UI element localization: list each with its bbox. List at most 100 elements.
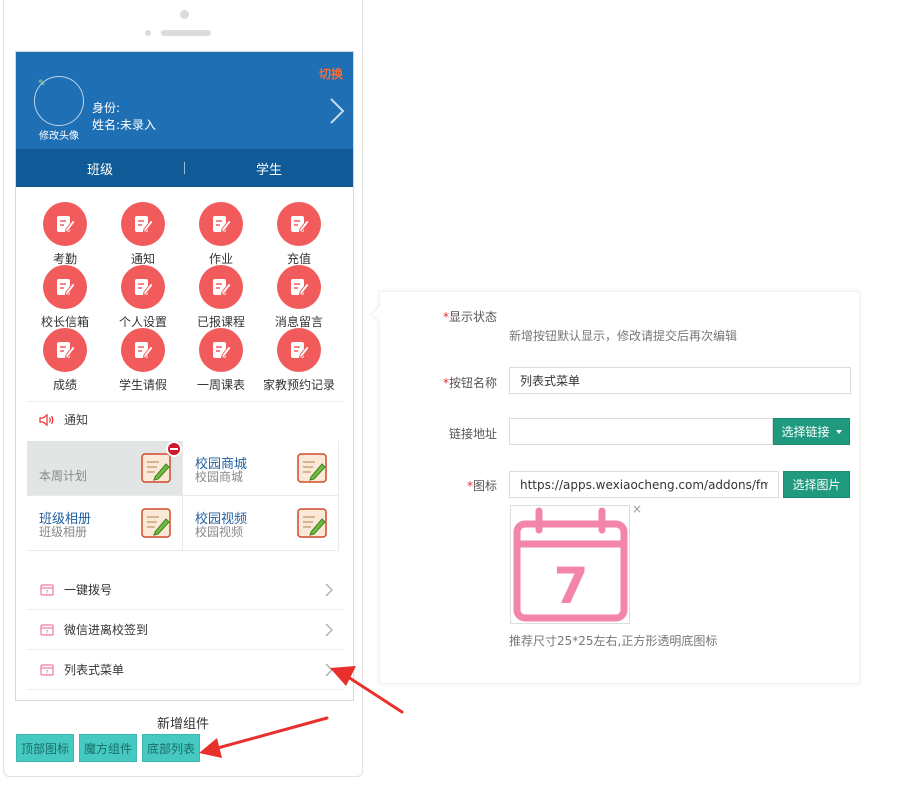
list-item-list-menu[interactable]: 7 列表式菜单 — [26, 650, 344, 690]
edit-note-icon — [121, 328, 165, 372]
switch-link[interactable]: 切换 — [319, 65, 343, 82]
chevron-right-icon — [325, 663, 333, 676]
list-label: 列表式菜单 — [64, 663, 125, 677]
name-label: 姓名:未录入 — [92, 118, 157, 132]
identity-label: 身份: — [92, 101, 121, 115]
edit-note-icon — [199, 328, 243, 372]
grid-item-student-leave[interactable]: 学生请假 — [104, 324, 182, 392]
notice-label: 通知 — [64, 413, 89, 427]
edit-note-icon — [199, 265, 243, 309]
link-label: 链接地址 — [448, 427, 497, 441]
list-item-wechat-check-in[interactable]: 7 微信进离校签到 — [26, 610, 344, 650]
phone-screen: 切换 ✎ 修改头像 身份: 姓名:未录入 班级 学生 考勤 通知 作业 充值 校… — [15, 51, 354, 701]
add-magic-cube-button[interactable]: 魔方组件 — [79, 734, 138, 762]
add-bottom-list-button[interactable]: 底部列表 — [142, 734, 201, 762]
chevron-right-icon — [325, 623, 333, 636]
cube-title: 本周计划 — [39, 469, 88, 483]
cube-cell-campus-video[interactable]: 校园视频 校园视频 — [183, 496, 339, 551]
chevron-right-icon[interactable] — [327, 96, 347, 126]
remove-icon[interactable] — [166, 441, 182, 457]
grid-item-tutor-booking[interactable]: 家教预约记录 — [260, 324, 338, 392]
identity-info: 身份: 姓名:未录入 — [92, 100, 156, 134]
phone-sensor — [145, 30, 151, 36]
display-status-label: *显示状态 — [442, 310, 497, 324]
panel-notch — [370, 305, 388, 323]
display-status-label-text: 显示状态 — [448, 310, 497, 324]
list-label: 微信进离校签到 — [64, 623, 149, 637]
list-item-one-click-dial[interactable]: 7 一键拨号 — [26, 570, 344, 610]
list-label: 一键拨号 — [64, 583, 113, 597]
notice-bar[interactable]: 通知 — [26, 401, 344, 437]
select-link-button[interactable]: 选择链接 — [773, 418, 850, 445]
grid-item-homework[interactable]: 作业 — [182, 198, 260, 266]
grid-item-personal-settings[interactable]: 个人设置 — [104, 261, 182, 329]
avatar-caption: 修改头像 — [39, 131, 79, 142]
icon-grid: 考勤 通知 作业 充值 校长信箱 个人设置 已报课程 消息留言 成绩 学生请假 … — [26, 198, 346, 392]
display-status-hint: 新增按钮默认显示，修改请提交后再次编辑 — [509, 329, 738, 343]
grid-item-attendance[interactable]: 考勤 — [26, 198, 104, 266]
icon-preview: 7 — [510, 505, 630, 624]
grid-row: 校长信箱 个人设置 已报课程 消息留言 — [26, 261, 346, 329]
edit-note-icon — [43, 328, 87, 372]
phone-preview: 切换 ✎ 修改头像 身份: 姓名:未录入 班级 学生 考勤 通知 作业 充值 校… — [3, 0, 363, 777]
select-image-button[interactable]: 选择图片 — [783, 471, 850, 498]
notepad-pencil-icon — [141, 453, 171, 483]
grid-label: 学生请假 — [118, 378, 167, 392]
edit-note-icon — [277, 265, 321, 309]
cube-cell-class-album[interactable]: 班级相册 班级相册 — [27, 496, 183, 551]
edit-note-icon — [199, 202, 243, 246]
cube-cell-campus-mall[interactable]: 校园商城 校园商城 — [183, 441, 339, 496]
icon-label-text: 图标 — [472, 479, 497, 493]
link-input[interactable] — [509, 418, 773, 445]
grid-label: 成绩 — [52, 378, 77, 392]
icon-size-hint: 推荐尺寸25*25左右,正方形透明底图标 — [509, 634, 718, 648]
edit-note-icon — [277, 202, 321, 246]
profile-header: 切换 ✎ 修改头像 身份: 姓名:未录入 — [16, 52, 353, 149]
button-name-input[interactable] — [509, 367, 851, 394]
grid-item-notice[interactable]: 通知 — [104, 198, 182, 266]
svg-text:7: 7 — [45, 590, 48, 596]
edit-note-icon — [121, 202, 165, 246]
tab-class[interactable]: 班级 — [16, 159, 184, 178]
calendar-icon: 7 — [40, 584, 54, 596]
svg-text:7: 7 — [45, 630, 48, 636]
grid-item-weekly-schedule[interactable]: 一周课表 — [182, 324, 260, 392]
page: 切换 ✎ 修改头像 身份: 姓名:未录入 班级 学生 考勤 通知 作业 充值 校… — [0, 0, 902, 797]
close-icon[interactable]: × — [632, 502, 642, 516]
cube-subtitle: 班级相册 — [39, 525, 88, 539]
edit-note-icon — [121, 265, 165, 309]
avatar-placeholder-icon: ✎ — [38, 79, 46, 89]
grid-label: 一周课表 — [196, 378, 245, 392]
button-name-label: *按钮名称 — [442, 376, 497, 390]
grid-item-scores[interactable]: 成绩 — [26, 324, 104, 392]
notepad-pencil-icon — [297, 453, 327, 483]
calendar-icon: 7 — [40, 624, 54, 636]
icon-url-input[interactable] — [509, 471, 779, 498]
calendar-icon: 7 — [513, 507, 628, 622]
list-menu: 7 一键拨号 7 微信进离校签到 7 列表式菜单 — [26, 570, 344, 690]
chevron-right-icon — [325, 583, 333, 596]
grid-item-principal-mailbox[interactable]: 校长信箱 — [26, 261, 104, 329]
calendar-icon: 7 — [40, 664, 54, 676]
button-name-label-text: 按钮名称 — [448, 376, 497, 390]
new-component-buttons: 顶部图标 魔方组件 底部列表 — [16, 734, 201, 762]
grid-item-recharge[interactable]: 充值 — [260, 198, 338, 266]
magic-cube: 本周计划 校园商城 校园商城 班级相册 班级相册 校园视频 校园视频 — [27, 441, 340, 551]
caret-down-icon — [835, 429, 842, 434]
tab-student[interactable]: 学生 — [185, 159, 353, 178]
edit-note-icon — [277, 328, 321, 372]
svg-text:7: 7 — [45, 670, 48, 676]
grid-item-messages[interactable]: 消息留言 — [260, 261, 338, 329]
cube-subtitle: 校园商城 — [195, 470, 244, 484]
avatar[interactable]: ✎ 修改头像 — [34, 76, 84, 142]
cube-cell-weekly-plan[interactable]: 本周计划 — [27, 441, 183, 496]
add-top-icon-button[interactable]: 顶部图标 — [16, 734, 75, 762]
phone-speaker — [161, 30, 211, 36]
tab-bar: 班级 学生 — [16, 149, 353, 187]
phone-camera — [180, 10, 189, 19]
grid-row: 考勤 通知 作业 充值 — [26, 198, 346, 266]
notepad-pencil-icon — [141, 508, 171, 538]
cube-subtitle: 校园视频 — [195, 525, 244, 539]
grid-item-enrolled-courses[interactable]: 已报课程 — [182, 261, 260, 329]
edit-note-icon — [43, 202, 87, 246]
